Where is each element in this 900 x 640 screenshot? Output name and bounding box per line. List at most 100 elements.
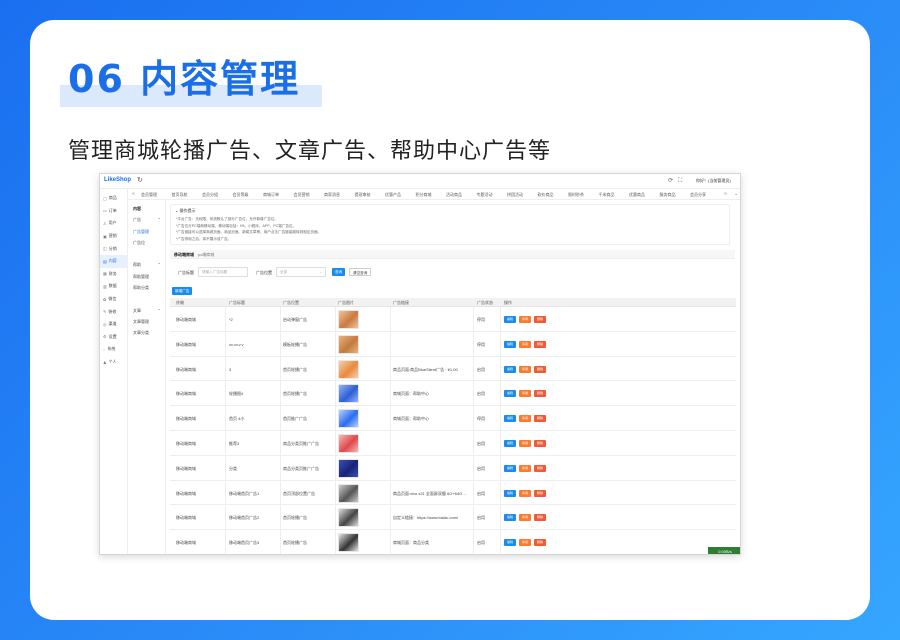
add-ad-button[interactable]: 新增广告: [172, 287, 193, 295]
history-tab[interactable]: 首页导航: [172, 192, 188, 198]
sidebar-item[interactable]: ▦ 财务: [100, 268, 127, 281]
history-tab[interactable]: 拼团活动: [507, 192, 523, 198]
subnav-item[interactable]: 帮助分类: [128, 285, 165, 296]
sidebar-item[interactable]: ♙ 用户: [100, 217, 127, 230]
sidebar-item[interactable]: ✿ 微信: [100, 293, 127, 306]
del-button[interactable]: 删除: [534, 539, 546, 547]
subnav-item[interactable]: 文章 ⌃: [128, 308, 165, 319]
del-button[interactable]: 删除: [534, 365, 546, 373]
edit-button[interactable]: 编辑: [504, 340, 516, 348]
stop-button[interactable]: 停用: [519, 365, 531, 373]
notice-panel: ⌄ 操作提示 *平台广告：无权限。系统默认了部分广告位，允许新增广告位。 *广告位…: [170, 204, 730, 245]
sidebar-item[interactable]: ◫ 分销: [100, 242, 127, 255]
user-menu[interactable]: 你好！(当前管理员): [696, 178, 731, 184]
sidebar-item[interactable]: ▥ 数据: [100, 280, 127, 293]
subnav-item[interactable]: 广告 ⌃: [128, 217, 165, 228]
stop-button[interactable]: 停用: [519, 464, 531, 472]
ad-image-thumbnail[interactable]: [338, 508, 359, 528]
del-button[interactable]: 删除: [534, 415, 546, 423]
subnav-item[interactable]: 帮助 ⌃: [128, 262, 165, 273]
tabs-prev-icon[interactable]: «: [132, 191, 135, 197]
del-button[interactable]: 删除: [534, 464, 546, 472]
tabs-more-icon[interactable]: ⌄: [734, 191, 738, 197]
stop-button[interactable]: 停用: [519, 316, 531, 323]
stop-button[interactable]: 停用: [519, 489, 531, 497]
history-tab[interactable]: 千米商品: [599, 192, 615, 198]
edit-button[interactable]: 编辑: [504, 365, 516, 373]
edit-button[interactable]: 编辑: [504, 514, 516, 522]
history-tab[interactable]: 积分商城: [416, 192, 432, 198]
history-tab[interactable]: 提现审核: [355, 192, 371, 198]
sidebar-item[interactable]: ✎ 装修: [100, 305, 127, 318]
history-tab[interactable]: 会员分享: [690, 192, 706, 198]
history-tab[interactable]: 会员营销: [294, 192, 310, 198]
search-button[interactable]: 查询: [332, 268, 346, 276]
sidebar-item-label: 用户: [108, 220, 117, 226]
subnav-item[interactable]: 文章分类: [128, 330, 165, 341]
sidebar-item[interactable]: ⚙ 设置: [100, 331, 127, 344]
ad-image-thumbnail[interactable]: [338, 533, 359, 553]
stop-button[interactable]: 停用: [519, 539, 531, 547]
history-tab[interactable]: 砍价商品: [538, 192, 554, 198]
history-tab[interactable]: 会员分组: [202, 192, 218, 198]
title-filter-input[interactable]: 请输入广告标题: [198, 267, 248, 277]
table-row: 移动端商城 3 首页轮播广告 商品页面:商品BlueSilent广告 · ¥1.00 启…: [170, 356, 736, 382]
sidebar-item[interactable]: ♟ 个人: [100, 356, 127, 369]
history-tab[interactable]: 专题活动: [477, 192, 493, 198]
subnav-item[interactable]: 帮助管理: [128, 274, 165, 285]
edit-button[interactable]: 编辑: [504, 415, 516, 423]
history-tab[interactable]: 商城订单: [263, 192, 279, 198]
stop-button[interactable]: 停用: [519, 514, 531, 522]
del-button[interactable]: 删除: [534, 390, 546, 398]
edit-button[interactable]: 编辑: [504, 316, 516, 323]
edit-button[interactable]: 编辑: [504, 439, 516, 447]
subnav-item[interactable]: 文章管理: [128, 319, 165, 330]
history-tab[interactable]: 优惠商品: [629, 192, 645, 198]
history-tab[interactable]: 会员管理: [141, 192, 157, 198]
sidebar-item[interactable]: ◎ 渠道: [100, 318, 127, 331]
ad-image-thumbnail[interactable]: [338, 409, 359, 429]
position-filter-select[interactable]: 全部 ⌄: [276, 267, 326, 277]
reset-button[interactable]: 清空查询: [349, 268, 372, 276]
ad-image-thumbnail[interactable]: [338, 483, 359, 503]
refresh-icon[interactable]: ↻: [137, 176, 143, 184]
ad-image-thumbnail[interactable]: [338, 384, 359, 404]
tab-mobile-mall[interactable]: 移动端商城: [174, 252, 194, 258]
subnav-item[interactable]: 广告管理: [128, 229, 165, 240]
ad-image-thumbnail[interactable]: [338, 310, 359, 329]
history-tab[interactable]: 优惠产品: [385, 192, 401, 198]
edit-button[interactable]: 编辑: [504, 489, 516, 497]
sidebar-item[interactable]: ◌ 系统: [100, 343, 127, 356]
sidebar-item[interactable]: ▣ 营销: [100, 230, 127, 243]
tab-pc-mall[interactable]: pc端商城: [198, 252, 214, 258]
del-button[interactable]: 删除: [534, 489, 546, 497]
stop-button[interactable]: 停用: [519, 390, 531, 398]
edit-button[interactable]: 编辑: [504, 464, 516, 472]
del-button[interactable]: 删除: [534, 340, 546, 348]
history-tab[interactable]: 商家消息: [324, 192, 340, 198]
sidebar-item[interactable]: ▤ 内容: [100, 254, 127, 268]
subnav-item[interactable]: 内容: [128, 206, 165, 217]
tabs-next-icon[interactable]: »: [724, 191, 727, 197]
subnav-item-label: 广告管理: [133, 228, 149, 234]
ad-image-thumbnail[interactable]: [338, 433, 359, 453]
fullscreen-icon[interactable]: ⟳ ⛶: [668, 177, 682, 185]
edit-button[interactable]: 编辑: [504, 539, 516, 547]
ad-image-thumbnail[interactable]: [338, 458, 359, 478]
sidebar-item[interactable]: ▭ 订单: [100, 205, 127, 218]
stop-button[interactable]: 停用: [519, 439, 531, 447]
del-button[interactable]: 删除: [534, 439, 546, 447]
edit-button[interactable]: 编辑: [504, 390, 516, 398]
ad-image-thumbnail[interactable]: [338, 334, 359, 354]
del-button[interactable]: 删除: [534, 514, 546, 522]
history-tab[interactable]: 活动商品: [446, 192, 462, 198]
sidebar-item[interactable]: ▢ 商品: [100, 192, 127, 205]
subnav-item[interactable]: 广告位: [128, 240, 165, 251]
del-button[interactable]: 删除: [534, 316, 546, 323]
stop-button[interactable]: 停用: [519, 415, 531, 423]
history-tab[interactable]: 服务商品: [660, 192, 676, 198]
ad-image-thumbnail[interactable]: [338, 359, 359, 379]
stop-button[interactable]: 停用: [519, 340, 531, 348]
history-tab[interactable]: 限时秒杀: [568, 192, 584, 198]
history-tab[interactable]: 会员等级: [233, 192, 249, 198]
